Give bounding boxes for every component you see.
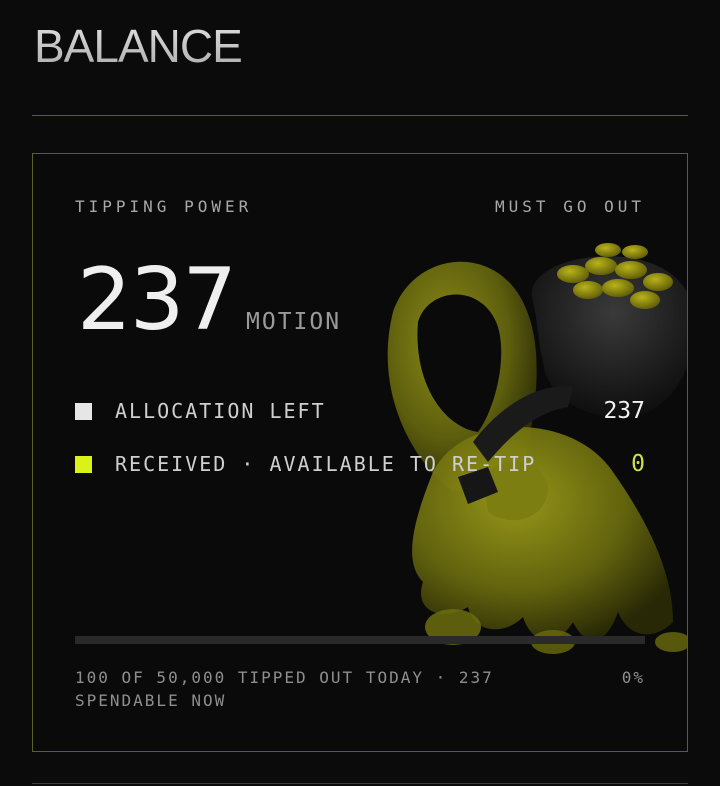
tipping-power-label: TIPPING POWER — [75, 197, 253, 216]
card-label-row: TIPPING POWER MUST GO OUT — [75, 197, 645, 216]
balance-unit: MOTION — [246, 309, 342, 335]
allocation-swatch — [75, 402, 92, 420]
tipped-out-percent: 0% — [621, 668, 645, 687]
legend-item-allocation-left: ALLOCATION LEFT 237 — [75, 398, 645, 424]
tipping-power-card: TIPPING POWER MUST GO OUT 237 MOTION ALL… — [32, 153, 688, 752]
tipped-out-summary: 100 OF 50,000 TIPPED OUT TODAY · 237 SPE… — [75, 668, 494, 710]
legend-label: RECEIVED · AVAILABLE TO RE-TIP — [115, 452, 537, 476]
legend-item-received: RECEIVED · AVAILABLE TO RE-TIP 0 — [75, 451, 645, 477]
legend-value: 0 — [631, 451, 645, 477]
received-swatch — [75, 455, 92, 473]
footer-divider — [32, 783, 688, 784]
balance-amount: 237 — [77, 250, 237, 350]
tipped-out-progress-bar — [75, 636, 645, 644]
header-divider — [32, 115, 688, 116]
must-go-out-label: MUST GO OUT — [495, 197, 645, 216]
legend-value: 237 — [603, 398, 645, 424]
legend-label: ALLOCATION LEFT — [115, 399, 326, 423]
page-title: BALANCE — [34, 20, 243, 72]
